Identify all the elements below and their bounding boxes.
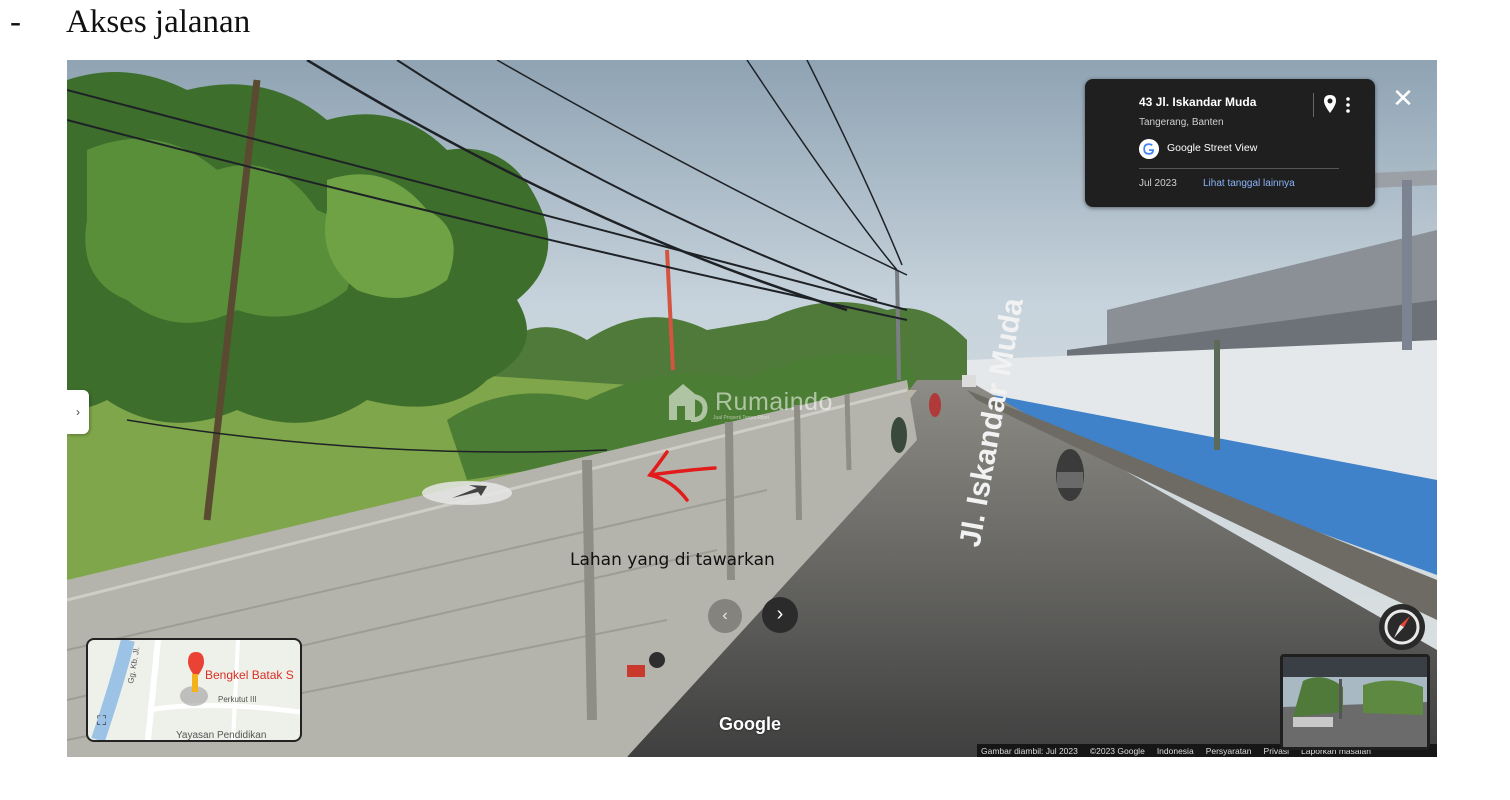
capture-date: Jul 2023 [1139,178,1177,189]
previous-arrow-button[interactable]: ‹ [708,599,742,633]
next-arrow-button[interactable]: › [762,597,798,633]
footer-country[interactable]: Indonesia [1157,746,1194,756]
compass-icon[interactable] [1379,604,1425,650]
address-title: 43 Jl. Iskandar Muda [1139,95,1257,109]
footer-copyright: ©2023 Google [1089,745,1145,756]
location-pin-icon[interactable] [1321,93,1339,115]
document-heading: - Akses jalanan [10,0,250,44]
expand-map-icon[interactable]: ⛶ [97,713,113,729]
card-divider [1139,168,1339,169]
address-city: Tangerang, Banten [1139,117,1224,128]
side-panel-toggle[interactable]: › [67,390,89,434]
rumaindo-watermark: Rumaindo Jual Properti Tanpa Ribet [665,382,833,422]
location-info-card: 43 Jl. Iskandar Muda Tangerang, Banten G… [1085,79,1375,207]
watermark-subtext: Jual Properti Tanpa Ribet [713,415,770,421]
watermark-text: Rumaindo [715,387,833,416]
thumbnail-image [1283,657,1427,747]
footer-capture-date: Gambar diambil: Jul 2023 [981,745,1078,756]
bullet-dash: - [10,3,21,40]
see-more-dates-link[interactable]: Lihat tanggal lainnya [1203,178,1295,189]
street-view-brand: Google Street View [1167,142,1258,154]
card-vertical-divider [1313,93,1314,117]
more-options-icon[interactable] [1343,95,1353,115]
heading-text: Akses jalanan [66,3,251,40]
mini-map-school: Yayasan Pendidikan [176,730,266,740]
rumaindo-logo-icon [669,384,708,422]
street-view-panorama[interactable]: Jl. Iskandar Muda › Rumaindo Jual Proper… [67,60,1437,757]
street-view-thumbnail[interactable] [1280,654,1430,750]
mini-map-roads: Gg. Kb. Jl. Perkutut III Yayasan Pendidi… [91,640,300,740]
mini-map-place-label: Bengkel Batak S [205,668,294,682]
google-logo: Google [719,714,781,734]
footer-terms-link[interactable]: Persyaratan [1206,746,1252,756]
google-g-icon [1139,139,1159,159]
mini-map-street-2: Perkutut III [218,695,257,704]
mini-map[interactable]: Gg. Kb. Jl. Perkutut III Yayasan Pendidi… [86,638,302,742]
land-offered-label: Lahan yang di tawarkan [570,550,775,570]
close-icon[interactable]: ✕ [1389,84,1417,112]
